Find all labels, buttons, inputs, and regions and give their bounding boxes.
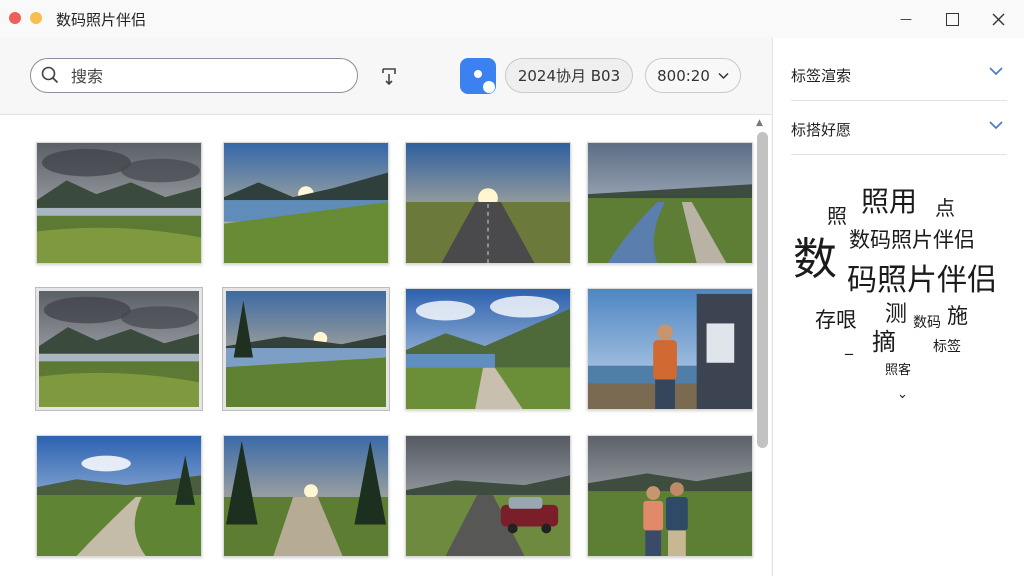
tag-cloud-word[interactable]: 存哏	[815, 310, 857, 331]
tag-cloud-word[interactable]: 照用	[861, 188, 917, 216]
close-traffic-light[interactable]	[9, 12, 21, 24]
photo-gallery	[0, 115, 771, 576]
photo-thumbnail[interactable]	[405, 288, 571, 410]
photo-thumbnail[interactable]	[223, 435, 389, 557]
tag-cloud-word[interactable]: 标签	[933, 340, 961, 354]
chevron-down-icon	[989, 67, 1003, 76]
tag-cloud-word[interactable]: 照客	[885, 364, 911, 377]
chevron-down-icon	[989, 121, 1003, 130]
photo-thumbnail[interactable]	[36, 142, 202, 264]
view-toggle-button[interactable]	[460, 58, 496, 94]
view-badge	[483, 81, 495, 93]
photo-image	[224, 436, 388, 556]
photo-thumbnail[interactable]	[587, 288, 753, 410]
photo-image	[406, 436, 570, 556]
photo-image	[588, 289, 752, 409]
accordion-tag-favorites[interactable]: 标搭好愿	[791, 102, 1007, 155]
photo-image	[39, 291, 199, 407]
search-box[interactable]	[30, 58, 358, 93]
photo-thumbnail[interactable]	[405, 142, 571, 264]
chevron-down-icon	[718, 72, 729, 79]
close-icon	[992, 13, 1004, 25]
title-bar: 数码照片伴侣 —	[0, 0, 1024, 38]
photo-image	[224, 143, 388, 263]
tag-cloud-word[interactable]: 数	[793, 238, 837, 282]
tag-cloud-word[interactable]: 数码	[913, 316, 941, 330]
photo-thumbnail[interactable]	[223, 288, 389, 410]
maximize-icon	[945, 12, 959, 26]
size-filter-label: 800:20	[657, 66, 710, 85]
sort-icon[interactable]	[378, 65, 402, 89]
app-title: 数码照片伴侣	[56, 11, 147, 29]
tag-cloud-word[interactable]: ⌄	[897, 388, 908, 401]
tag-cloud-word[interactable]: 施	[947, 306, 968, 327]
photo-image	[37, 436, 201, 556]
photo-image	[406, 289, 570, 409]
view-icon	[474, 70, 482, 78]
scroll-thumb[interactable]	[757, 132, 768, 448]
photo-image	[226, 291, 386, 407]
photo-image	[588, 143, 752, 263]
photo-thumbnail[interactable]	[587, 142, 753, 264]
search-icon	[41, 66, 59, 84]
toolbar: 2024协月 B03 800:20	[0, 38, 771, 115]
accordion-tag-search-label: 标签渲索	[791, 67, 852, 85]
tag-cloud-word[interactable]: _	[845, 338, 853, 354]
date-filter-label: 2024协月 B03	[517, 67, 621, 85]
minimize-icon: —	[900, 12, 912, 26]
tag-cloud-word[interactable]: 码照片伴侣	[847, 266, 997, 296]
photo-thumbnail[interactable]	[36, 288, 202, 410]
photo-image	[37, 143, 201, 263]
photo-image	[406, 143, 570, 263]
photo-thumbnail[interactable]	[36, 435, 202, 557]
photo-thumbnail[interactable]	[587, 435, 753, 557]
photo-thumbnail[interactable]	[405, 435, 571, 557]
date-filter[interactable]: 2024协月 B03	[505, 58, 633, 93]
search-input[interactable]	[69, 64, 353, 88]
accordion-tag-favorites-label: 标搭好愿	[791, 121, 852, 139]
minimize-traffic-light[interactable]	[30, 12, 42, 24]
tag-cloud-word[interactable]: 照	[827, 206, 847, 226]
tag-cloud-word[interactable]: 摘	[872, 330, 896, 354]
scrollbar[interactable]: ▲	[755, 118, 769, 576]
photo-image	[588, 436, 752, 556]
scroll-up-arrow[interactable]: ▲	[756, 118, 763, 128]
tag-cloud-word[interactable]: 点	[935, 198, 955, 218]
tag-panel: 标签渲索 标搭好愿 照照用点数数码照片伴侣码照片伴侣存哏 测 施数码摘 _ 标签照客 ⌄	[772, 38, 1024, 576]
tag-cloud-word[interactable]: 数码照片伴侣	[849, 230, 975, 251]
size-filter-dropdown[interactable]: 800:20	[645, 58, 741, 93]
minimize-button[interactable]: —	[886, 4, 926, 34]
tag-cloud-word[interactable]: 测	[885, 304, 907, 326]
close-button[interactable]	[978, 4, 1018, 34]
maximize-button[interactable]	[932, 4, 972, 34]
accordion-tag-search[interactable]: 标签渲索	[791, 48, 1007, 101]
photo-thumbnail[interactable]	[223, 142, 389, 264]
